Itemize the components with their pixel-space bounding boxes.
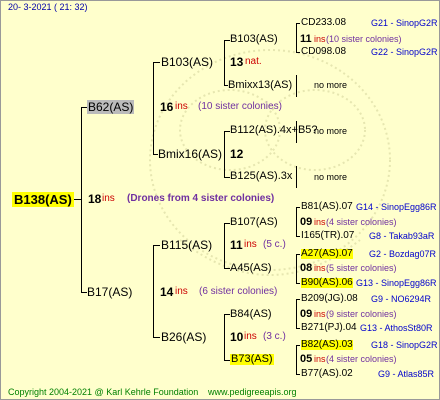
gen4-id[interactable]: B82(AS).03 (301, 340, 353, 350)
gen3-g-note: (9 sister colonies) (326, 309, 397, 319)
sire-mating-type: ins (175, 286, 188, 297)
gen3-e-year: 09 (300, 216, 313, 228)
gen2-b-year: 12 (230, 147, 244, 161)
report-datetime: 20- 3-2021 ( 21: 32) (8, 2, 88, 12)
sire-note: (6 sister colonies) (199, 286, 278, 297)
sire-id[interactable]: B17(AS) (87, 286, 132, 298)
gen4-ref: G8 - Takab93aR (369, 231, 435, 241)
gen2-d-id[interactable]: B26(AS) (161, 331, 206, 343)
gen2-d-mating-type: ins (244, 331, 257, 342)
gen2-b-id[interactable]: Bmix16(AS) (158, 148, 222, 160)
gen3-a-year: 11 (300, 33, 312, 45)
gen4-ref: G18 - SinopG2R (371, 340, 438, 350)
gen4-ref: G14 - SinopEgg86R (356, 202, 437, 212)
gen3-g-year: 09 (300, 308, 313, 320)
gen3-g-mating-type: ins (314, 309, 326, 319)
gen4-id[interactable]: B90(AS).06 (301, 278, 353, 288)
gen2-c-id[interactable]: B115(AS) (161, 239, 212, 251)
gen3-e-id[interactable]: B107(AS) (230, 217, 278, 228)
gen2-a-mating-type: nat. (245, 56, 262, 67)
gen4-ref: G22 - SinopG2R (371, 47, 438, 57)
gen3-h-note: (4 sister colonies) (326, 354, 397, 364)
gen2-c-mating-type: ins (244, 239, 257, 250)
root-queen-id[interactable]: B138(AS) (12, 192, 74, 207)
no-more-label: no more (314, 126, 348, 136)
dam-id[interactable]: B62(AS) (87, 100, 135, 114)
gen4-ref: G13 - AthosSt80R (360, 323, 433, 333)
gen2-a-id[interactable]: B103(AS) (161, 56, 213, 68)
sire-year: 14 (160, 285, 174, 299)
gen2-d-year: 10 (230, 330, 244, 344)
gen3-h-id[interactable]: B73(AS) (230, 354, 274, 365)
site-link[interactable]: www.pedigreeapis.org (208, 388, 297, 397)
gen4-ref: G9 - Atlas85R (378, 369, 435, 379)
gen3-b-id[interactable]: Bmixx13(AS) (228, 80, 292, 91)
gen3-a-note: (10 sister colonies) (326, 34, 402, 44)
gen3-h-year: 05 (300, 353, 313, 365)
root-drone-note: (Drones from 4 sister colonies) (127, 193, 275, 204)
gen3-e-mating-type: ins (314, 217, 326, 227)
gen4-ref: G21 - SinopG2R (371, 18, 438, 28)
gen4-id[interactable]: B271(PJ).04 (301, 323, 357, 333)
root-year: 18 (88, 192, 102, 206)
copyright-text: Copyright 2004-2021 @ Karl Kehrle Founda… (8, 387, 199, 397)
dam-note: (10 sister colonies) (198, 101, 282, 112)
gen4-ref: G13 - SinopEgg86R (356, 278, 437, 288)
gen4-id[interactable]: A27(AS).07 (301, 249, 353, 259)
gen4-id[interactable]: B209(JG).08 (301, 294, 358, 304)
gen3-a-id[interactable]: B103(AS) (230, 34, 278, 45)
gen3-f-id[interactable]: A45(AS) (230, 263, 272, 274)
gen2-c-note: (5 c.) (263, 239, 286, 250)
gen3-g-id[interactable]: B84(AS) (230, 309, 272, 320)
gen4-id[interactable]: I165(TR).07 (301, 231, 354, 241)
dam-year: 16 (160, 100, 174, 114)
gen4-id[interactable]: B81(AS).07 (301, 202, 353, 212)
gen3-f-year: 08 (300, 262, 313, 274)
gen4-id[interactable]: CD233.08 (301, 18, 346, 28)
gen3-h-mating-type: ins (314, 354, 326, 364)
root-mating-type: ins (102, 193, 115, 204)
gen4-ref: G2 - Bozdag07R (369, 249, 437, 259)
gen4-id[interactable]: CD098.08 (301, 47, 346, 57)
no-more-label: no more (314, 80, 348, 90)
gen3-d-id[interactable]: B125(AS).3x (230, 171, 292, 182)
gen3-f-mating-type: ins (314, 263, 326, 273)
gen2-c-year: 11 (230, 238, 243, 252)
gen4-ref: G9 - NO6294R (371, 294, 432, 304)
no-more-label: no more (314, 172, 348, 182)
gen3-e-note: (4 sister colonies) (326, 217, 397, 227)
gen3-f-note: (5 sister colonies) (326, 263, 397, 273)
gen2-a-year: 13 (230, 55, 244, 69)
gen3-c-id[interactable]: B112(AS).4x+B5? (230, 125, 318, 136)
gen3-a-mating-type: ins (314, 34, 326, 44)
dam-mating-type: ins (175, 101, 188, 112)
gen2-d-note: (3 c.) (263, 331, 286, 342)
gen4-id[interactable]: B77(AS).02 (301, 369, 353, 379)
